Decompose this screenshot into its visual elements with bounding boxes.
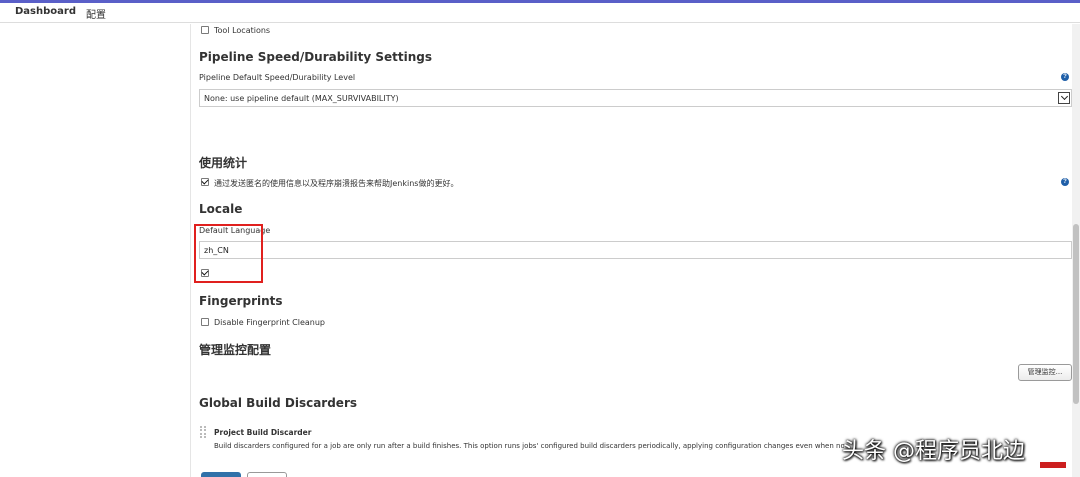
annotation-highlight-box [194,224,263,283]
breadcrumb-config-link[interactable]: 配置 [86,6,106,21]
scrollbar-thumb[interactable] [1073,224,1079,404]
watermark: 头条 @程序员北边 [842,439,1025,464]
usage-stats-label: 通过发送匿名的使用信息以及程序崩溃报告来帮助Jenkins做的更好。 [214,179,459,188]
apply-button[interactable] [247,472,287,477]
tool-locations-checkbox[interactable] [201,26,209,34]
project-build-discarder-title: Project Build Discarder [214,428,312,437]
usage-stats-help-icon[interactable]: ? [1061,178,1069,186]
pipeline-speed-select-value: None: use pipeline default (MAX_SURVIVAB… [204,94,399,103]
pipeline-speed-title: Pipeline Speed/Durability Settings [199,50,433,64]
usage-stats-checkbox[interactable] [201,178,209,186]
usage-stats-title: 使用统计 [199,156,248,170]
global-build-discarders-title: Global Build Discarders [199,396,358,410]
project-build-discarder-description: Build discarders configured for a job ar… [214,442,844,450]
tool-locations-label: Tool Locations [214,26,271,35]
disable-fingerprint-cleanup-label: Disable Fingerprint Cleanup [214,318,326,327]
chevron-down-icon[interactable] [1058,92,1070,104]
sidebar-divider [190,24,191,477]
pipeline-speed-help-icon[interactable]: ? [1061,73,1069,81]
manage-monitors-button[interactable]: 管理监控... [1018,364,1072,381]
default-language-input[interactable]: zh_CN [199,241,1072,259]
monitoring-title: 管理监控配置 [199,343,272,357]
locale-title: Locale [199,202,243,216]
fingerprints-title: Fingerprints [199,294,283,308]
breadcrumb: Dashboard 配置 [0,3,1080,23]
pipeline-speed-field-label: Pipeline Default Speed/Durability Level [199,73,356,82]
drag-handle-icon[interactable] [200,426,206,438]
save-button[interactable] [201,472,241,477]
red-badge [1040,462,1066,468]
disable-fingerprint-cleanup-checkbox[interactable] [201,318,209,326]
breadcrumb-dashboard-link[interactable]: Dashboard [15,6,76,17]
pipeline-speed-select[interactable]: None: use pipeline default (MAX_SURVIVAB… [199,89,1072,107]
